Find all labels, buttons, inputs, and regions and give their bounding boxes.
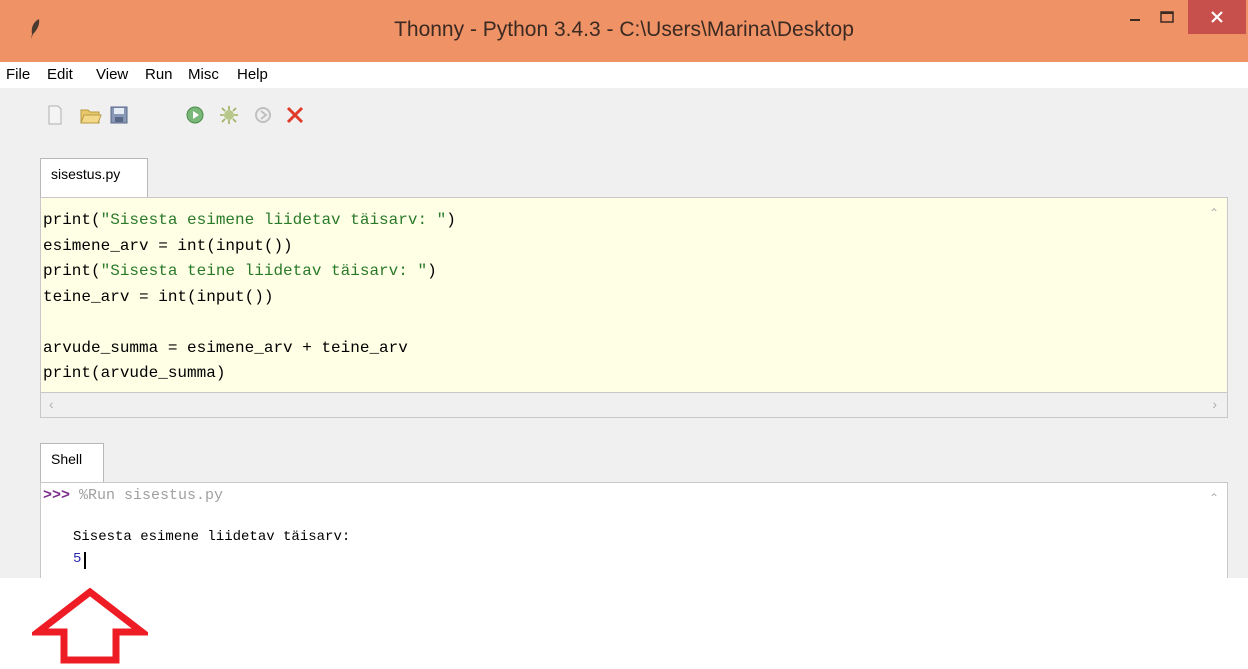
shell-panel[interactable]: >>> %Run sisestus.py Sisesta esimene lii… [40, 482, 1228, 578]
new-file-icon[interactable] [44, 104, 66, 126]
code-text: print("Sisesta esimene liidetav täisarv:… [43, 211, 456, 382]
scroll-right-icon[interactable]: › [1212, 396, 1217, 412]
shell-output: Sisesta esimene liidetav täisarv: [73, 529, 351, 545]
up-arrow-icon [27, 587, 153, 669]
tab-editor-file[interactable]: sisestus.py [40, 158, 148, 198]
menu-bar: File Edit View Run Misc Help [0, 62, 1248, 88]
shell-input-value[interactable]: 5 [73, 551, 81, 567]
menu-misc[interactable]: Misc [188, 66, 219, 83]
thonny-window: Thonny - Python 3.4.3 - C:\Users\Marina\… [0, 0, 1248, 578]
code-editor[interactable]: print("Sisesta esimene liidetav täisarv:… [40, 197, 1228, 393]
window-title: Thonny - Python 3.4.3 - C:\Users\Marina\… [394, 18, 854, 41]
editor-horizontal-scrollbar[interactable]: ‹ › [40, 393, 1228, 418]
close-icon [1211, 11, 1223, 23]
minimize-button[interactable] [1120, 0, 1150, 34]
menu-edit[interactable]: Edit [47, 66, 73, 83]
toolbar [0, 88, 1248, 150]
debug-icon[interactable] [218, 104, 240, 126]
shell-command: %Run sisestus.py [70, 487, 224, 504]
menu-run[interactable]: Run [145, 66, 173, 83]
editor-scroll-up-icon[interactable]: ⌃ [1209, 206, 1219, 220]
stop-icon[interactable] [284, 104, 306, 126]
run-icon[interactable] [184, 104, 206, 126]
title-bar[interactable]: Thonny - Python 3.4.3 - C:\Users\Marina\… [0, 0, 1248, 62]
text-cursor [84, 552, 86, 569]
maximize-button[interactable] [1150, 0, 1184, 34]
step-icon[interactable] [252, 104, 274, 126]
shell-command-line: >>> %Run sisestus.py [43, 487, 223, 504]
tab-shell[interactable]: Shell [40, 443, 104, 483]
menu-file[interactable]: File [6, 66, 30, 83]
menu-help[interactable]: Help [237, 66, 268, 83]
open-folder-icon[interactable] [80, 104, 102, 126]
shell-prompt: >>> [43, 487, 71, 504]
scroll-left-icon[interactable]: ‹ [49, 396, 54, 412]
save-icon[interactable] [108, 104, 130, 126]
close-button[interactable] [1188, 0, 1246, 34]
menu-view[interactable]: View [96, 66, 128, 83]
shell-scroll-up-icon[interactable]: ⌃ [1209, 491, 1219, 505]
